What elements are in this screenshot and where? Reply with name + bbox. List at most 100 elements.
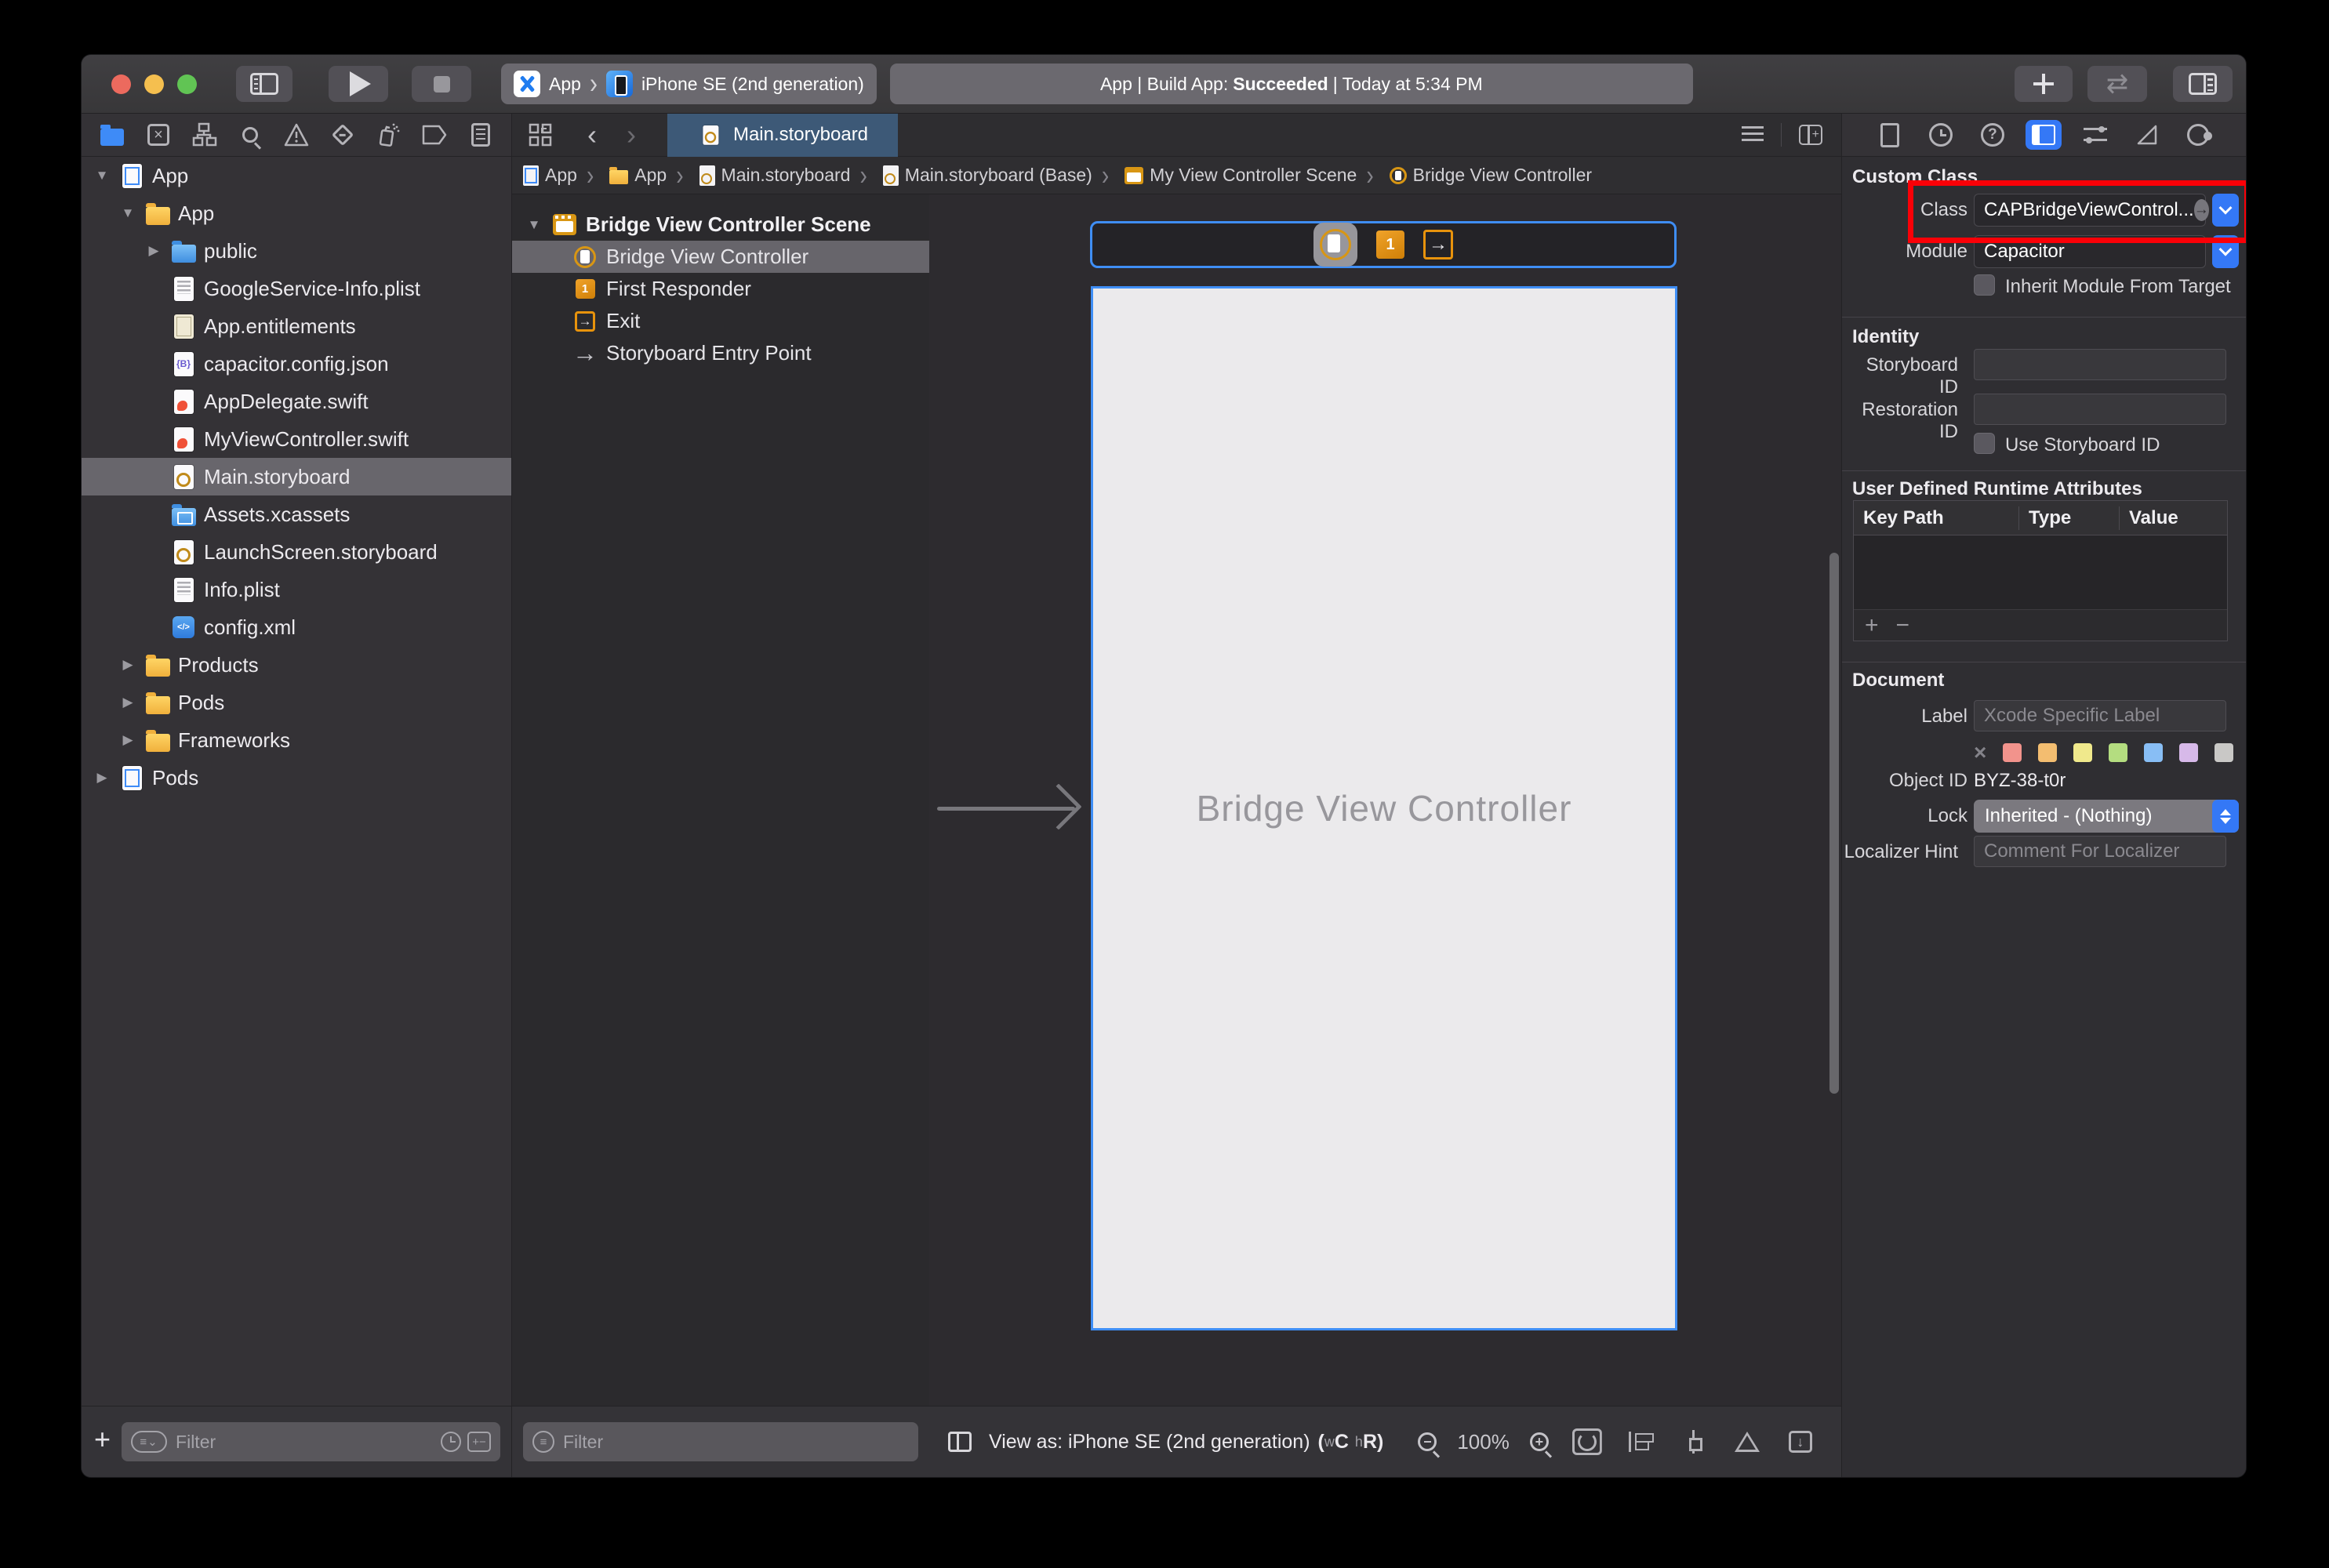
minimize-window-button[interactable] [144,74,164,94]
test-navigator-tab[interactable] [325,118,360,152]
outline-row[interactable]: →Exit [512,305,929,337]
add-file-button[interactable]: + [94,1423,111,1456]
add-editor-icon[interactable] [1799,125,1822,145]
file-row[interactable]: Pods [82,684,511,721]
file-row[interactable]: MyViewController.swift [82,420,511,458]
file-row[interactable]: capacitor.config.json [82,345,511,383]
file-row[interactable]: </>config.xml [82,608,511,646]
breadcrumb-item[interactable]: Main.storyboard (Base) [850,163,1092,188]
toggle-outline-button[interactable] [948,1432,972,1452]
zoom-in-button[interactable]: + [1530,1432,1549,1451]
stop-button[interactable] [412,66,471,102]
resolve-autolayout-button[interactable] [1732,1428,1762,1455]
remove-attribute-button[interactable]: − [1896,612,1910,639]
size-inspector-tab[interactable] [2129,117,2165,153]
disclosure-triangle-icon[interactable] [525,217,543,233]
lock-popup[interactable]: Inherited - (Nothing) [1974,800,2239,833]
recent-files-icon[interactable] [441,1432,461,1452]
add-attribute-button[interactable]: + [1865,612,1879,639]
disclosure-triangle-icon[interactable] [118,695,137,710]
storyboard-canvas[interactable]: 1 → Bridge View Controller [929,194,1841,1406]
align-button[interactable] [1626,1428,1655,1455]
outline-row[interactable]: →Storyboard Entry Point [512,337,929,369]
connections-inspector-tab[interactable] [2180,117,2216,153]
file-row[interactable]: GoogleService-Info.plist [82,270,511,307]
color-swatch[interactable] [2109,743,2127,762]
outline-row-selected[interactable]: Bridge View Controller [512,241,929,273]
use-storyboard-id-checkbox[interactable] [1974,433,1995,454]
file-row[interactable]: Assets.xcassets [82,495,511,533]
canvas-vertical-scrollbar[interactable] [1829,553,1839,1094]
color-swatch[interactable] [2179,743,2198,762]
disclosure-triangle-icon[interactable] [118,657,137,673]
breakpoint-navigator-tab[interactable] [417,118,452,152]
view-as-label[interactable]: View as: iPhone SE (2nd generation) [989,1431,1310,1454]
outline-row[interactable]: 1First Responder [512,273,929,305]
inherit-module-checkbox[interactable] [1974,274,1995,296]
issue-navigator-tab[interactable] [279,118,314,152]
color-swatch[interactable] [2003,743,2022,762]
breadcrumb-item[interactable]: Main.storyboard [667,163,850,188]
source-control-status-icon[interactable]: +− [467,1432,491,1452]
navigate-forward-button[interactable]: › [627,118,636,151]
file-row[interactable]: Pods [82,759,511,797]
file-row[interactable]: public [82,232,511,270]
first-responder-icon[interactable]: 1 [1376,230,1404,259]
quick-help-inspector-tab[interactable]: ? [1975,117,2011,153]
zoom-out-button[interactable]: − [1418,1432,1437,1451]
disclosure-triangle-icon[interactable] [144,243,163,259]
view-controller-view[interactable]: Bridge View Controller [1091,286,1677,1330]
disclosure-triangle-icon[interactable] [93,168,111,183]
color-swatch[interactable] [2215,743,2233,762]
history-inspector-tab[interactable] [1923,117,1959,153]
breadcrumb-item[interactable]: My View Controller Scene [1092,163,1357,188]
report-navigator-tab[interactable] [463,118,498,152]
restoration-id-field[interactable] [1974,394,2226,425]
file-row[interactable]: LaunchScreen.storyboard [82,533,511,571]
toggle-left-sidebar-button[interactable] [236,66,292,102]
editor-options-icon[interactable] [1742,126,1764,143]
document-label-field[interactable]: Xcode Specific Label [1974,700,2226,731]
exit-icon[interactable]: → [1423,230,1453,260]
project-navigator-tab[interactable] [95,118,129,152]
color-swatch[interactable] [2073,743,2092,762]
zoom-level[interactable]: 100% [1457,1430,1510,1454]
file-row[interactable]: App.entitlements [82,307,511,345]
breadcrumb-item[interactable]: App [523,165,577,186]
symbol-navigator-tab[interactable] [187,118,222,152]
file-row[interactable]: App [82,194,511,232]
library-button[interactable] [2015,66,2073,102]
file-row[interactable]: Products [82,646,511,684]
file-row[interactable]: App [82,157,511,194]
breadcrumb-item[interactable]: App [577,163,667,188]
identity-inspector-tab[interactable] [2026,117,2062,153]
editor-mode-button[interactable]: ⇄ [2087,66,2147,102]
scene-row[interactable]: Bridge View Controller Scene [512,209,929,241]
toggle-right-sidebar-button[interactable] [2173,66,2233,102]
outline-filter-field[interactable]: ≡ Filter [523,1422,918,1461]
file-row[interactable]: Info.plist [82,571,511,608]
file-row[interactable]: Frameworks [82,721,511,759]
update-frames-button[interactable] [1572,1428,1602,1455]
disclosure-triangle-icon[interactable] [93,770,111,786]
navigator-filter-field[interactable]: ≡⌄ Filter +− [122,1422,500,1461]
zoom-window-button[interactable] [177,74,197,94]
disclosure-triangle-icon[interactable] [118,205,137,221]
no-color-swatch[interactable]: × [1974,740,1986,765]
file-row[interactable]: AppDelegate.swift [82,383,511,420]
tab-main-storyboard[interactable]: Main.storyboard [667,114,898,157]
related-items-button[interactable] [523,118,558,152]
find-navigator-tab[interactable] [233,118,267,152]
color-swatch[interactable] [2144,743,2163,762]
file-inspector-tab[interactable] [1872,117,1908,153]
navigate-back-button[interactable]: ‹ [587,118,597,151]
breadcrumb-item[interactable]: Bridge View Controller [1357,163,1592,188]
close-window-button[interactable] [111,74,131,94]
file-row-selected[interactable]: Main.storyboard [82,458,511,495]
runtime-attributes-body[interactable] [1854,535,2227,609]
disclosure-triangle-icon[interactable] [118,732,137,748]
source-control-navigator-tab[interactable]: × [141,118,176,152]
storyboard-id-field[interactable] [1974,349,2226,380]
debug-navigator-tab[interactable] [371,118,405,152]
localizer-hint-field[interactable]: Comment For Localizer [1974,836,2226,867]
